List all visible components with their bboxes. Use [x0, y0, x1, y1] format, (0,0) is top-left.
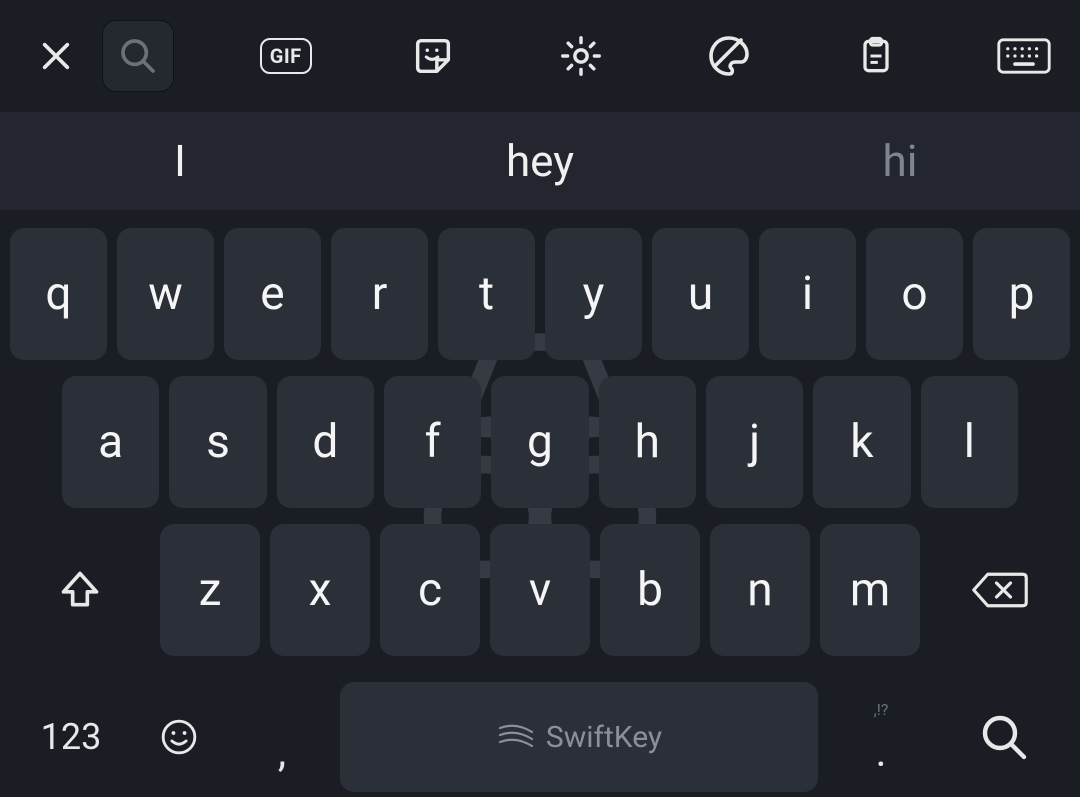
gif-button[interactable]: GIF	[250, 20, 322, 92]
period-label: .	[875, 728, 886, 777]
keyboard-area: q w e r t y u i o p a s d f g h j k l z …	[0, 210, 1080, 797]
stickers-button[interactable]	[397, 20, 469, 92]
numeric-key[interactable]: 123	[16, 682, 126, 792]
key-b[interactable]: b	[600, 524, 700, 656]
search-icon	[118, 36, 158, 76]
key-w[interactable]: w	[117, 228, 214, 360]
key-j[interactable]: j	[706, 376, 803, 508]
period-key[interactable]: ,!? .	[826, 682, 936, 792]
themes-button[interactable]	[693, 20, 765, 92]
key-t[interactable]: t	[438, 228, 535, 360]
suggestion-right[interactable]: hi	[720, 135, 1080, 187]
key-row-2: a s d f g h j k l	[6, 376, 1074, 508]
clipboard-icon	[854, 34, 898, 78]
settings-button[interactable]	[545, 20, 617, 92]
clipboard-button[interactable]	[840, 20, 912, 92]
key-f[interactable]: f	[384, 376, 481, 508]
gear-icon	[558, 33, 604, 79]
keyboard-toolbar: GIF	[0, 0, 1080, 112]
key-z[interactable]: z	[160, 524, 260, 656]
key-c[interactable]: c	[380, 524, 480, 656]
spacebar-label: SwiftKey	[546, 720, 662, 755]
key-q[interactable]: q	[10, 228, 107, 360]
keyboard-icon	[997, 36, 1051, 76]
close-icon	[39, 39, 73, 73]
backspace-key[interactable]	[930, 524, 1070, 656]
keyboard-layout-button[interactable]	[988, 20, 1060, 92]
key-d[interactable]: d	[277, 376, 374, 508]
key-h[interactable]: h	[599, 376, 696, 508]
emoji-icon	[160, 718, 198, 756]
palette-icon	[705, 32, 753, 80]
key-a[interactable]: a	[62, 376, 159, 508]
close-button[interactable]	[20, 20, 92, 92]
key-x[interactable]: x	[270, 524, 370, 656]
search-action-key[interactable]	[944, 682, 1064, 792]
spacebar-key[interactable]: SwiftKey	[340, 682, 818, 792]
key-o[interactable]: o	[866, 228, 963, 360]
key-m[interactable]: m	[820, 524, 920, 656]
key-row-3: z x c v b n m	[6, 524, 1074, 656]
toolbar-search-button[interactable]	[102, 20, 174, 92]
gif-icon: GIF	[260, 38, 312, 74]
key-y[interactable]: y	[545, 228, 642, 360]
key-row-1: q w e r t y u i o p	[6, 228, 1074, 360]
key-row-bottom: 123 , SwiftKey ,!? .	[6, 672, 1074, 797]
sticker-icon	[410, 33, 456, 79]
key-e[interactable]: e	[224, 228, 321, 360]
swiftkey-logo-icon	[496, 722, 536, 752]
key-u[interactable]: u	[652, 228, 749, 360]
suggestion-bar: I hey hi	[0, 112, 1080, 210]
key-i[interactable]: i	[759, 228, 856, 360]
key-g[interactable]: g	[491, 376, 588, 508]
comma-key[interactable]: ,	[232, 682, 332, 792]
key-s[interactable]: s	[169, 376, 266, 508]
backspace-icon	[972, 570, 1028, 610]
shift-icon	[58, 568, 102, 612]
key-v[interactable]: v	[490, 524, 590, 656]
suggestion-center[interactable]: hey	[360, 135, 720, 187]
emoji-key[interactable]	[134, 682, 224, 792]
suggestion-left[interactable]: I	[0, 135, 360, 187]
key-l[interactable]: l	[921, 376, 1018, 508]
search-icon	[980, 713, 1028, 761]
key-n[interactable]: n	[710, 524, 810, 656]
period-hint: ,!?	[874, 700, 889, 719]
key-k[interactable]: k	[813, 376, 910, 508]
key-r[interactable]: r	[331, 228, 428, 360]
key-p[interactable]: p	[973, 228, 1070, 360]
shift-key[interactable]	[10, 524, 150, 656]
